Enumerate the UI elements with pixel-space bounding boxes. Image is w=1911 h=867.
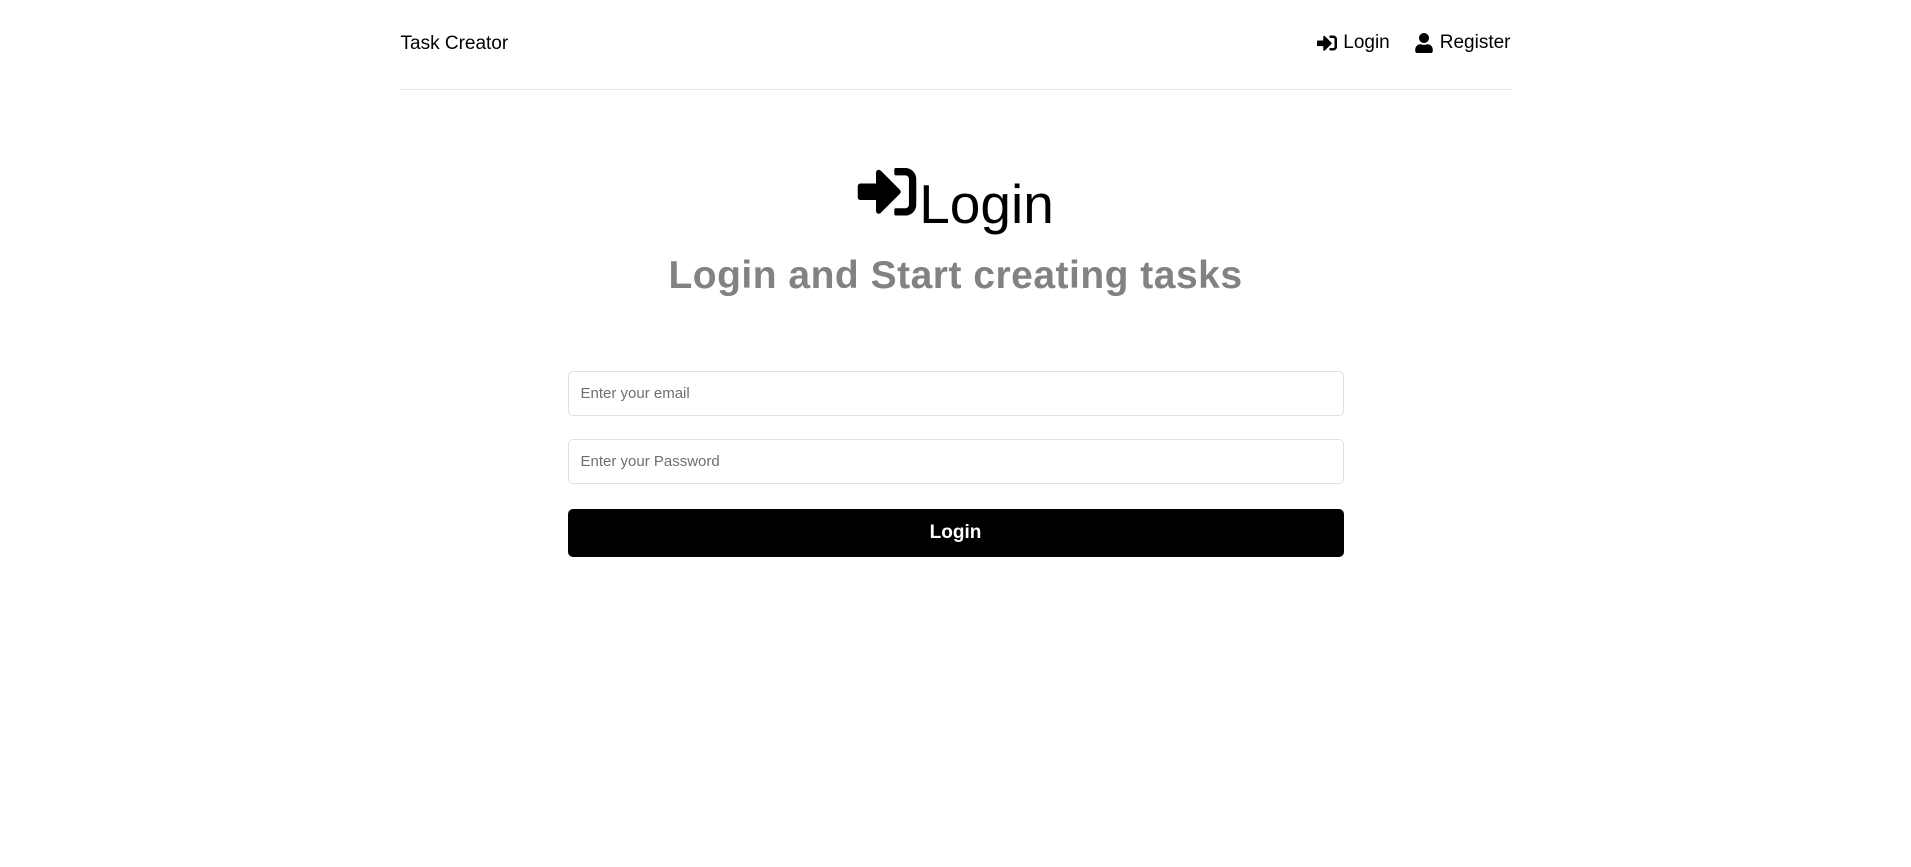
sign-in-icon <box>1317 35 1338 51</box>
nav-login-label: Login <box>1343 32 1390 53</box>
header: Task Creator Login Register <box>400 0 1511 90</box>
nav-register-link[interactable]: Register <box>1414 32 1511 54</box>
nav-login-link[interactable]: Login <box>1317 32 1390 54</box>
page-subtitle: Login and Start creating tasks <box>668 254 1243 297</box>
email-field[interactable] <box>567 371 1344 416</box>
email-field-wrapper <box>567 371 1344 416</box>
nav-bar: Login Register <box>1293 32 1511 54</box>
page-container: Task Creator Login Register Login Login … <box>400 0 1511 557</box>
page-title: Login <box>857 168 1054 232</box>
login-form: Login <box>567 371 1344 557</box>
password-field-wrapper <box>567 439 1344 484</box>
password-field[interactable] <box>567 439 1344 484</box>
heading-section: Login Login and Start creating tasks <box>401 168 1511 298</box>
nav-register-label: Register <box>1439 32 1511 53</box>
login-button[interactable]: Login <box>567 509 1344 557</box>
page-title-text: Login <box>919 173 1054 235</box>
user-icon <box>1415 33 1433 53</box>
sign-in-icon <box>857 168 917 216</box>
brand-link[interactable]: Task Creator <box>401 33 509 55</box>
